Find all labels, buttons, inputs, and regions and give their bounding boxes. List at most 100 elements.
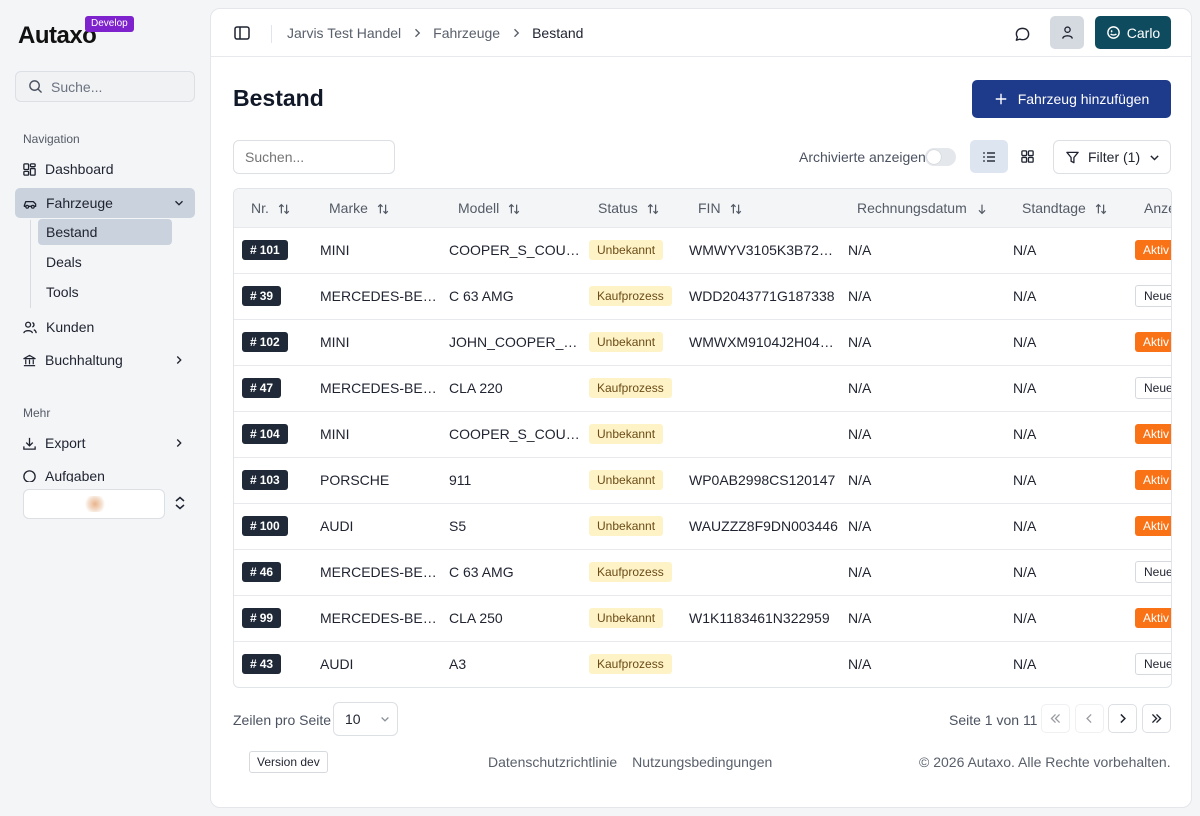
sort-icon[interactable] [277, 202, 291, 216]
cell-status: Unbekannt [581, 503, 681, 549]
brand-logo[interactable]: Autaxo Develop [16, 16, 136, 49]
user-icon [1061, 26, 1073, 39]
cell-marke: MERCEDES-BENZ [320, 288, 441, 304]
sidebar-subitem-tools[interactable]: Tools [38, 279, 172, 305]
cell-nr: #47 [234, 365, 312, 411]
chevron-right-icon [415, 28, 421, 38]
sidebar-item-fahrzeuge[interactable]: Fahrzeuge [15, 188, 195, 218]
table-row[interactable]: #104 MINI COOPER_S_COUNTRYMAN Unbekannt N/A N… [234, 411, 1171, 457]
hash-icon: # [250, 243, 257, 257]
table-row[interactable]: #99 MERCEDES-BENZ CLA 250 Unbekannt W1K11834… [234, 595, 1171, 641]
grid-view-button[interactable] [1012, 140, 1042, 173]
last-page-button[interactable] [1142, 704, 1171, 733]
first-page-button[interactable] [1041, 704, 1070, 733]
column-header[interactable]: Status [581, 189, 681, 227]
cell-rechnungsdatum: N/A [848, 334, 872, 350]
sidebar-item-label: Aufgaben [45, 468, 105, 482]
table-row[interactable]: #46 MERCEDES-BENZ C 63 AMG Kaufprozess N/A N/… [234, 549, 1171, 595]
listing-badge: Aktiv [1135, 424, 1171, 444]
sort-icon[interactable] [507, 202, 521, 216]
cell-standtage: N/A [1013, 472, 1037, 488]
sidebar-subitem-deals[interactable]: Deals [38, 249, 172, 275]
chevron-right-icon [514, 28, 520, 38]
listing-badge: Aktiv [1135, 608, 1171, 628]
column-header[interactable]: Nr. [234, 189, 312, 227]
breadcrumb-item[interactable]: Jarvis Test Handel [287, 25, 401, 41]
table-row[interactable]: #39 MERCEDES-BENZ C 63 AMG Kaufprozess WDD20… [234, 273, 1171, 319]
vehicle-number: 100 [259, 519, 280, 533]
sort-icon[interactable] [729, 202, 743, 216]
cell-rechnungsdatum: N/A [848, 472, 872, 488]
cell-fin [681, 549, 840, 595]
table-row[interactable]: #100 AUDI S5 Unbekannt WAUZZZ8F9DN003446 N/A N… [234, 503, 1171, 549]
cell-anzeige: Neue [1127, 641, 1171, 687]
sort-icon[interactable] [646, 202, 660, 216]
column-header[interactable]: Marke [312, 189, 441, 227]
chevrons-up-down-icon[interactable] [173, 495, 187, 511]
sidebar-toggle-icon[interactable] [233, 24, 251, 42]
cell-anzeige: Aktiv [1127, 411, 1171, 457]
previous-page-button[interactable] [1075, 704, 1104, 733]
filter-button[interactable]: Filter (1) [1053, 140, 1171, 174]
sidebar-subitem-bestand[interactable]: Bestand [38, 219, 172, 245]
topbar: Jarvis Test Handel Fahrzeuge Bestand Car… [211, 9, 1191, 57]
next-page-button[interactable] [1108, 704, 1137, 733]
sidebar-item-export[interactable]: Export [15, 428, 195, 458]
column-header[interactable]: FIN [681, 189, 840, 227]
vehicle-number: 102 [259, 335, 280, 349]
table-row[interactable]: #101 MINI COOPER_S_COUNTRYMAN Unbekannt WMWY… [234, 227, 1171, 273]
terms-link[interactable]: Nutzungsbedingungen [632, 754, 772, 770]
page-title: Bestand [233, 85, 324, 111]
sidebar-item-buchhaltung[interactable]: Buchhaltung [15, 345, 195, 375]
breadcrumb-current: Bestand [532, 25, 584, 41]
messages-button[interactable] [1009, 21, 1035, 47]
privacy-link[interactable]: Datenschutzrichtlinie [488, 754, 617, 770]
organization-logo [84, 496, 106, 512]
table-row[interactable]: #102 MINI JOHN_COOPER_WORKS Unbekannt WMWXM9… [234, 319, 1171, 365]
cell-nr: #104 [234, 411, 312, 457]
sort-icon[interactable] [376, 202, 390, 216]
cell-marke: AUDI [320, 656, 354, 673]
profile-button[interactable] [1050, 16, 1084, 49]
table-search-input[interactable] [233, 140, 395, 174]
hash-icon: # [250, 565, 257, 579]
page-info: Seite 1 von 11 [949, 712, 1038, 728]
chevron-right-icon [1120, 713, 1126, 724]
sidebar-item-partial[interactable]: Aufgaben [22, 468, 122, 482]
cell-nr: #39 [234, 273, 312, 319]
sidebar-search[interactable]: Suche... [15, 71, 195, 102]
cell-status: Unbekannt [581, 227, 681, 273]
column-header[interactable]: Modell [441, 189, 581, 227]
breadcrumb-item[interactable]: Fahrzeuge [433, 25, 500, 41]
filter-icon [1066, 151, 1079, 163]
add-vehicle-button[interactable]: Fahrzeug hinzufügen [972, 80, 1171, 118]
chevron-down-icon [380, 717, 389, 722]
list-view-button[interactable] [970, 140, 1008, 173]
hash-icon: # [250, 335, 257, 349]
table-row[interactable]: #47 MERCEDES-BENZ CLA 220 Kaufprozess N/A N/A… [234, 365, 1171, 411]
user-menu-button[interactable]: Carlo [1095, 16, 1171, 49]
table-row[interactable]: #103 PORSCHE 911 Unbekannt WP0AB2998CS120147… [234, 457, 1171, 503]
chevrons-right-icon [1151, 713, 1162, 724]
cell-status: Unbekannt [581, 457, 681, 503]
organization-switcher[interactable] [23, 489, 165, 519]
sort-desc-icon[interactable] [975, 202, 989, 216]
cell-anzeige: Aktiv [1127, 595, 1171, 641]
cell-status: Unbekannt [581, 595, 681, 641]
rows-per-page-select[interactable]: 10 [333, 702, 398, 736]
vehicle-number: 39 [259, 289, 274, 303]
listing-badge: Neue [1135, 653, 1171, 676]
breadcrumb: Jarvis Test Handel Fahrzeuge Bestand [287, 25, 583, 41]
column-header[interactable]: Anzeige [1127, 189, 1171, 227]
archived-toggle[interactable] [925, 148, 956, 166]
sort-icon[interactable] [1094, 202, 1108, 216]
table-row[interactable]: #43 AUDI A3 Kaufprozess N/A N/A Neue [234, 641, 1171, 687]
sidebar-item-kunden[interactable]: Kunden [15, 312, 195, 342]
column-header[interactable]: Standtage [1005, 189, 1127, 227]
cell-marke: MERCEDES-BENZ [320, 610, 441, 626]
chevron-down-icon [175, 200, 183, 206]
column-header[interactable]: Rechnungsdatum [840, 189, 1005, 227]
cell-marke: MINI [320, 426, 350, 442]
sidebar-item-dashboard[interactable]: Dashboard [15, 154, 195, 184]
sidebar-search-placeholder: Suche... [51, 78, 103, 95]
